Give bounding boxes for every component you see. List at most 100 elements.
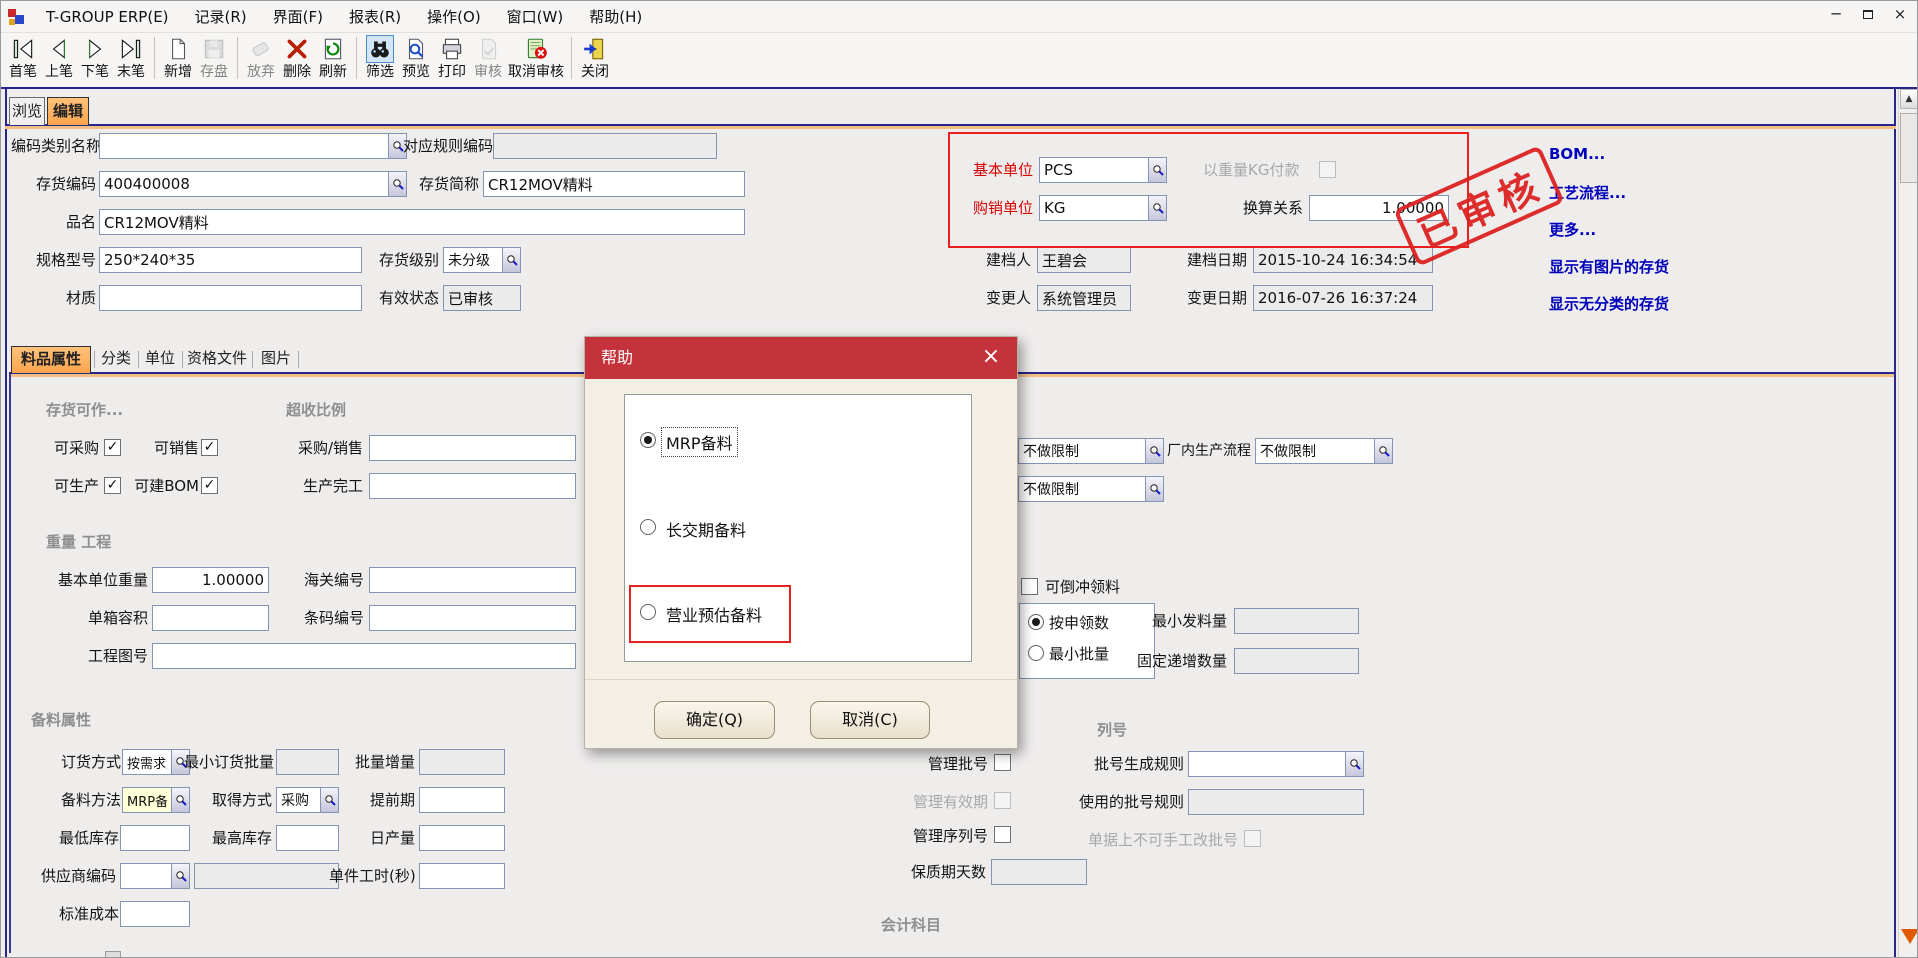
lookup-icon[interactable] xyxy=(171,864,189,888)
lookup-icon[interactable] xyxy=(171,788,189,812)
lookup-icon[interactable] xyxy=(1148,158,1166,182)
preview-button[interactable]: 预览 xyxy=(398,35,434,81)
base-unit-input[interactable] xyxy=(1039,157,1167,183)
mrp-prep-radio[interactable] xyxy=(640,432,656,448)
menu-tgroup-erp[interactable]: T-GROUP ERP(E) xyxy=(33,1,182,33)
max-stock-input[interactable] xyxy=(276,825,339,851)
no-manual-batch-checkbox[interactable] xyxy=(1244,830,1261,847)
lookup-icon[interactable] xyxy=(1345,752,1363,776)
audit-button[interactable]: 审核 xyxy=(470,35,506,81)
prep-method-input[interactable] xyxy=(122,787,190,813)
purchase-sale-ratio-input[interactable] xyxy=(369,435,576,461)
scrollbar-thumb[interactable] xyxy=(1900,113,1918,183)
rule-code-input[interactable] xyxy=(493,133,717,159)
restore-icon[interactable] xyxy=(1859,4,1877,24)
purchasable-checkbox[interactable] xyxy=(104,439,121,456)
ok-button[interactable]: 确定(Q) xyxy=(654,701,775,739)
restriction-input-1[interactable] xyxy=(1018,438,1164,464)
lookup-icon[interactable] xyxy=(1148,196,1166,220)
cancel-audit-button[interactable]: 取消审核 xyxy=(506,35,566,81)
link-show-unclassified-items[interactable]: 显示无分类的存货 xyxy=(1549,293,1669,314)
lookup-icon[interactable] xyxy=(502,248,520,272)
lookup-icon[interactable] xyxy=(1374,439,1392,463)
cancel-button[interactable]: 取消(C) xyxy=(810,701,930,739)
production-finish-input[interactable] xyxy=(369,473,576,499)
save-button[interactable]: 存盘 xyxy=(196,35,232,81)
unit-work-seconds-input[interactable] xyxy=(419,863,505,889)
discard-button[interactable]: 放弃 xyxy=(243,35,279,81)
mrp-prep-option-label[interactable]: MRP备料 xyxy=(662,428,737,456)
category-name-input[interactable] xyxy=(99,133,407,159)
vertical-scrollbar[interactable]: ▲ xyxy=(1898,89,1918,958)
delete-button[interactable]: 删除 xyxy=(279,35,315,81)
new-button[interactable]: 新增 xyxy=(160,35,196,81)
manage-validity-checkbox[interactable] xyxy=(994,792,1011,809)
subtab-qualification-files[interactable]: 资格文件 xyxy=(185,346,249,373)
close-window-icon[interactable]: × xyxy=(1891,4,1909,24)
item-code-input[interactable] xyxy=(99,171,407,197)
refresh-button[interactable]: 刷新 xyxy=(315,35,351,81)
menu-window[interactable]: 窗口(W) xyxy=(494,1,577,33)
menu-interface[interactable]: 界面(F) xyxy=(260,1,336,33)
previous-record-button[interactable]: 上笔 xyxy=(41,35,77,81)
dialog-close-icon[interactable]: × xyxy=(977,343,1005,371)
trade-unit-input[interactable] xyxy=(1039,195,1167,221)
bom-allowed-checkbox[interactable] xyxy=(201,477,218,494)
sales-forecast-prep-radio[interactable] xyxy=(640,604,656,620)
link-show-items-with-images[interactable]: 显示有图片的存货 xyxy=(1549,256,1669,277)
subtab-classification[interactable]: 分类 xyxy=(97,346,135,373)
producible-checkbox[interactable] xyxy=(104,477,121,494)
link-more[interactable]: 更多... xyxy=(1549,219,1596,240)
box-volume-input[interactable] xyxy=(152,605,269,631)
filter-button[interactable]: 筛选 xyxy=(362,35,398,81)
long-leadtime-prep-option-label[interactable]: 长交期备料 xyxy=(662,515,750,543)
menu-help[interactable]: 帮助(H) xyxy=(576,1,655,33)
customs-code-input[interactable] xyxy=(369,567,576,593)
minimize-icon[interactable]: ─ xyxy=(1827,4,1845,24)
batch-rule-input[interactable] xyxy=(1188,751,1364,777)
min-stock-input[interactable] xyxy=(120,825,190,851)
material-input[interactable] xyxy=(99,285,362,311)
issue-by-min-batch-radio[interactable] xyxy=(1028,645,1044,661)
standard-cost-input[interactable] xyxy=(120,901,190,927)
manage-serial-checkbox[interactable] xyxy=(994,826,1011,843)
next-record-button[interactable]: 下笔 xyxy=(77,35,113,81)
restriction-input-2[interactable] xyxy=(1018,476,1164,502)
menu-report[interactable]: 报表(R) xyxy=(336,1,414,33)
scroll-up-icon[interactable]: ▲ xyxy=(1900,89,1918,109)
tab-edit[interactable]: 编辑 xyxy=(47,97,89,125)
base-unit-weight-input[interactable] xyxy=(152,567,269,593)
spec-model-input[interactable] xyxy=(99,247,362,273)
supplier-code-input[interactable] xyxy=(120,863,190,889)
manage-batch-no-checkbox[interactable] xyxy=(994,754,1011,771)
last-record-button[interactable]: 末笔 xyxy=(113,35,149,81)
lookup-icon[interactable] xyxy=(388,172,406,196)
sales-forecast-prep-option-label[interactable]: 营业预估备料 xyxy=(662,600,766,628)
daily-output-input[interactable] xyxy=(419,825,505,851)
factory-flow-input[interactable] xyxy=(1255,438,1393,464)
subtab-images[interactable]: 图片 xyxy=(257,346,295,373)
product-name-input[interactable] xyxy=(99,209,745,235)
link-bom[interactable]: BOM... xyxy=(1549,145,1605,163)
backflush-checkbox[interactable] xyxy=(1021,578,1038,595)
subtab-item-attributes[interactable]: 料品属性 xyxy=(11,346,91,373)
issue-by-request-radio[interactable] xyxy=(1028,614,1044,630)
tab-browse[interactable]: 浏览 xyxy=(9,97,45,125)
subtab-unit[interactable]: 单位 xyxy=(141,346,179,373)
drawing-no-input[interactable] xyxy=(152,643,576,669)
order-method-input[interactable] xyxy=(122,749,190,775)
menu-operation[interactable]: 操作(O) xyxy=(414,1,494,33)
acquire-method-input[interactable] xyxy=(276,787,339,813)
lookup-icon[interactable] xyxy=(1145,477,1163,501)
item-short-name-input[interactable] xyxy=(483,171,745,197)
pay-by-kg-checkbox[interactable] xyxy=(1319,161,1336,178)
lead-time-input[interactable] xyxy=(419,787,505,813)
first-record-button[interactable]: 首笔 xyxy=(5,35,41,81)
scroll-down-icon[interactable] xyxy=(1901,929,1918,944)
sellable-checkbox[interactable] xyxy=(201,439,218,456)
long-leadtime-prep-radio[interactable] xyxy=(640,519,656,535)
lookup-icon[interactable] xyxy=(320,788,338,812)
item-level-input[interactable] xyxy=(443,247,521,273)
menu-record[interactable]: 记录(R) xyxy=(182,1,260,33)
print-button[interactable]: 打印 xyxy=(434,35,470,81)
